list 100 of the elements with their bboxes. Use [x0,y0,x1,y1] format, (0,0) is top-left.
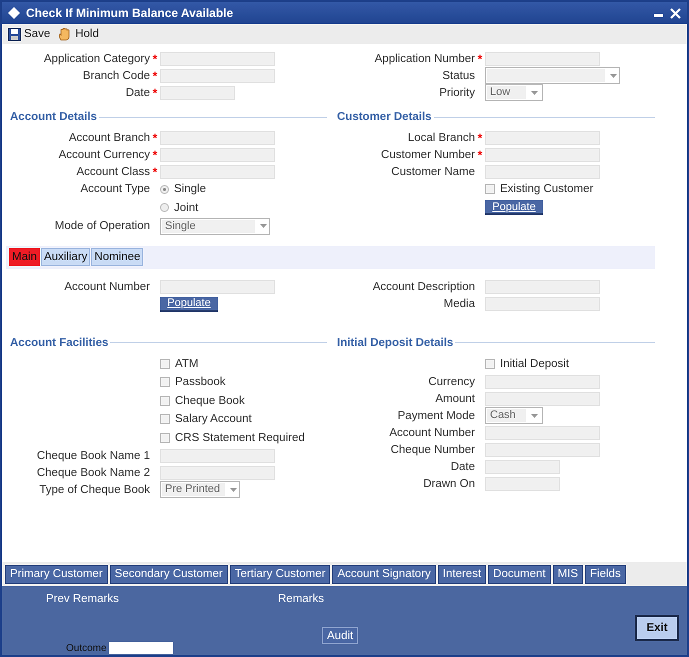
field-label: Local Branch [406,132,475,144]
field-label: Cheque Book Name 1 [36,450,150,462]
text-field[interactable] [485,374,600,388]
tab[interactable]: MIS [552,564,584,584]
field-label: Currency [427,376,475,388]
field-label: Account Number [388,426,475,438]
dropdown[interactable]: Cash [485,407,543,424]
tab[interactable]: Secondary Customer [110,564,228,584]
field-label: Date [450,460,475,472]
audit-button[interactable]: Audit [322,627,358,644]
tab[interactable]: Auxiliary [40,248,90,266]
outcome-label: Outcome [66,642,107,654]
text-field[interactable] [485,297,600,311]
tab[interactable]: Main [9,248,40,266]
required-mark: * [478,130,482,144]
text-field[interactable] [485,130,600,144]
checkbox[interactable] [485,184,495,194]
required-mark: * [152,68,158,82]
tab[interactable]: Nominee [91,248,144,266]
checkbox[interactable] [160,414,170,424]
text-field[interactable] [160,466,275,480]
required-mark: * [478,52,482,66]
outcome-field[interactable] [108,642,173,654]
dropdown[interactable]: Pre Printed [160,481,240,498]
text-field[interactable] [160,148,275,162]
close-icon[interactable] [670,8,681,18]
checkbox[interactable] [160,432,170,443]
field-label: Account Class [75,166,150,178]
text-field[interactable] [485,164,600,178]
caret-icon [260,224,266,228]
field-label: Cheque Number [390,444,475,456]
tab[interactable]: Fields [585,564,626,584]
text-field[interactable] [485,442,600,456]
radio-button[interactable] [160,203,169,212]
dropdown[interactable]: Single [160,218,270,235]
tab[interactable]: Tertiary Customer [230,564,330,584]
populate-button[interactable]: Populate [160,296,218,312]
checkbox-label: ATM [175,358,198,370]
section-title: Account Details [10,111,98,123]
text-field[interactable] [485,476,560,490]
required-mark: * [152,86,158,100]
required-mark: * [152,164,158,178]
hold-button[interactable]: Hold [56,27,101,41]
text-field[interactable] [485,392,600,406]
field-label: Payment Mode [396,410,475,422]
field-label: Status [441,70,475,82]
section-title: Initial Deposit Details [337,336,454,348]
save-button[interactable]: Save [6,28,52,40]
checkbox[interactable] [160,358,170,369]
text-field[interactable] [485,280,600,294]
field-label: Cheque Book Name 2 [36,466,150,478]
dropdown[interactable] [485,67,620,84]
field-label: Account Number [63,281,150,293]
required-mark: * [152,52,158,66]
text-field[interactable] [160,86,235,100]
remarks-label: Remarks [278,593,324,605]
checkbox-label: CRS Statement Required [175,432,305,444]
field-label: Amount [434,392,475,404]
required-mark: * [478,148,482,162]
checkbox-label: Initial Deposit [500,358,570,370]
diamond-icon [8,7,20,19]
text-field[interactable] [485,460,560,474]
field-label: Customer Name [390,166,475,178]
checkbox[interactable] [160,396,170,406]
text-field[interactable] [485,148,600,162]
caret-icon [230,488,236,492]
tab[interactable]: Account Signatory [332,564,436,584]
text-field[interactable] [160,130,275,144]
field-label: Application Category [42,52,150,64]
checkbox[interactable] [160,377,170,388]
section-title: Customer Details [337,111,433,123]
text-field[interactable] [160,52,275,66]
field-label: Mode of Operation [54,220,150,232]
text-field[interactable] [160,164,275,178]
tab[interactable]: Primary Customer [5,564,108,584]
text-field[interactable] [160,68,275,82]
field-label: Date [124,86,150,98]
exit-button[interactable]: Exit [635,615,679,641]
checkbox-label: Existing Customer [500,183,594,196]
checkbox[interactable] [485,358,495,369]
populate-button[interactable]: Populate [485,200,543,216]
required-mark: * [152,130,158,144]
checkbox-label: Passbook [175,376,226,388]
checkbox-label: Salary Account [175,413,252,426]
hand-icon [58,27,72,41]
radio-label: Joint [174,202,198,214]
tab[interactable]: Document [488,564,551,584]
text-field[interactable] [160,448,275,462]
dropdown[interactable]: Low [485,84,543,101]
field-label: Drawn On [422,478,475,490]
radio-button[interactable] [160,184,169,194]
radio-label: Single [174,183,206,196]
checkbox-label: Cheque Book [175,394,245,407]
field-label: Priority [438,86,475,98]
tab[interactable]: Interest [438,564,486,584]
field-label: Account Description [372,281,475,293]
text-field[interactable] [485,426,600,440]
text-field[interactable] [485,52,600,66]
text-field[interactable] [160,280,275,294]
caret-icon [530,90,538,94]
